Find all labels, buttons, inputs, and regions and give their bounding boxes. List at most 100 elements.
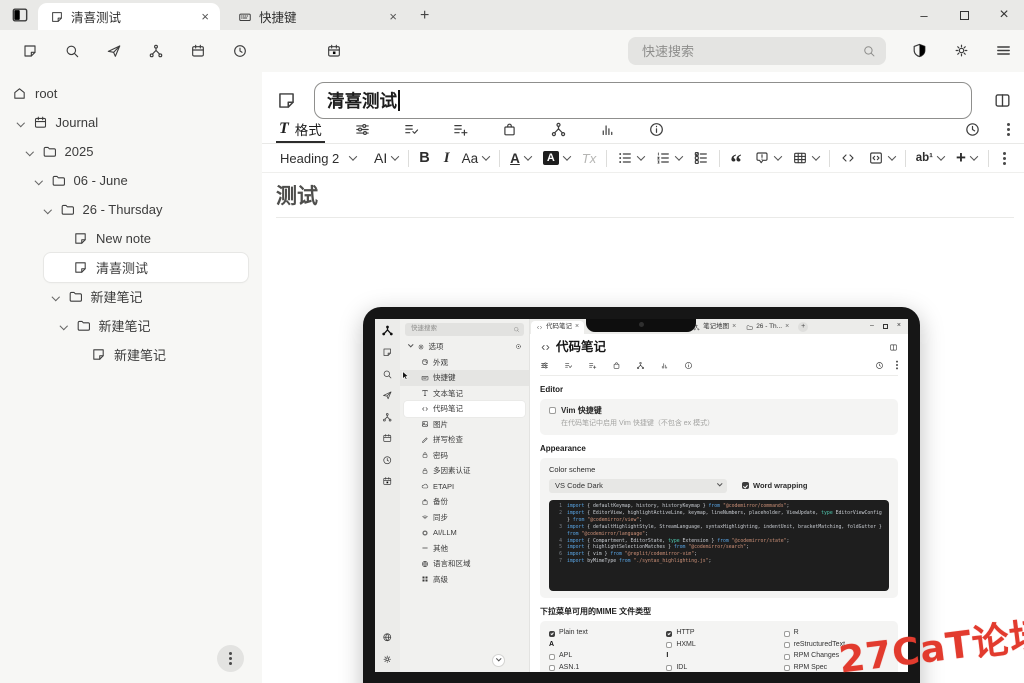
tree-more-button[interactable] <box>217 645 244 672</box>
laptop-window-controls: –× <box>870 322 908 331</box>
italic-button[interactable]: I <box>440 150 454 167</box>
numbered-list-dropdown[interactable] <box>651 150 686 166</box>
close-tab-icon[interactable]: × <box>387 9 399 24</box>
search-icon[interactable] <box>64 43 80 59</box>
note-map-icon[interactable] <box>550 121 567 138</box>
tree-item[interactable]: 2025 <box>0 137 262 166</box>
quick-search-input[interactable] <box>640 43 862 60</box>
owned-attributes-icon[interactable] <box>403 121 420 138</box>
heading-dropdown[interactable]: Heading 2 <box>276 151 360 166</box>
new-tab-button[interactable]: + <box>420 7 429 25</box>
quick-search[interactable] <box>628 37 886 65</box>
blockquote-button[interactable]: “ <box>726 158 746 168</box>
protected-session-icon[interactable] <box>911 42 928 59</box>
inherited-attributes-icon[interactable] <box>452 121 469 138</box>
create-pane-icon[interactable] <box>993 91 1012 110</box>
similar-notes-icon[interactable] <box>599 121 616 138</box>
tree-item[interactable]: 06 - June <box>0 166 262 195</box>
launcher-toolbar <box>0 30 1024 72</box>
tree-item[interactable]: Journal <box>0 108 262 137</box>
mime-label: HXML <box>676 641 695 650</box>
folder-icon <box>42 144 57 159</box>
tree-item[interactable]: root <box>0 79 262 108</box>
laptop-tab: 笔记地图× <box>688 321 741 335</box>
tab-shortcuts[interactable]: 快捷键 × <box>226 3 408 30</box>
basic-properties-icon[interactable] <box>354 121 371 138</box>
search-icon <box>513 326 520 333</box>
tree-item-selected[interactable]: 清喜测试 <box>44 253 248 282</box>
minimize-button: – <box>870 322 874 331</box>
note-revisions-icon[interactable] <box>964 121 981 138</box>
insert-dropdown[interactable]: + <box>952 148 981 168</box>
tree-item[interactable]: 新建笔记 <box>0 311 262 340</box>
laptop-note-title: 代码笔记 <box>540 340 898 356</box>
laptop-tab-label: 笔记地图 <box>703 323 729 331</box>
note-detail-pane: 清喜测试 T 格式 Heading 2 AI B I Aa A A <box>262 72 1024 683</box>
separator <box>905 150 906 167</box>
font-color-dropdown[interactable]: A <box>506 151 535 166</box>
settings-icon[interactable] <box>953 42 970 59</box>
tree-item[interactable]: New note <box>0 224 262 253</box>
code-block-dropdown[interactable] <box>864 150 899 166</box>
pencil-icon <box>421 436 429 444</box>
tree-item[interactable]: 新建笔记 <box>0 340 262 369</box>
close-tab-icon: × <box>575 323 579 332</box>
expand-chevron-icon[interactable] <box>17 119 25 127</box>
mime-checkbox <box>784 642 790 648</box>
jump-to-note-icon[interactable] <box>106 43 122 59</box>
jump-to-note-icon <box>382 390 393 401</box>
note-paths-icon[interactable] <box>501 121 518 138</box>
expand-chevron-icon[interactable] <box>60 322 68 330</box>
laptop-tree-item: 图片 <box>400 417 529 433</box>
laptop-section-editor: Editor <box>540 385 898 395</box>
superscript-dropdown[interactable]: ab¹ <box>912 152 948 164</box>
ai-dropdown[interactable]: AI <box>370 150 402 166</box>
word-wrapping-label: Word wrapping <box>753 481 807 490</box>
bold-button[interactable]: B <box>415 150 433 166</box>
admonition-dropdown[interactable] <box>750 150 785 166</box>
remove-format-button[interactable]: Tx <box>578 151 600 166</box>
formatting-toolbar: Heading 2 AI B I Aa A A Tx “ ab¹ + <box>276 144 1014 172</box>
toggle-sidebar-icon[interactable] <box>10 5 30 25</box>
laptop-image[interactable]: 快速搜索 选项外观快捷键文本笔记代码笔记图片拼写检查密码多因素认证ETAPI备份… <box>363 307 920 683</box>
note-info-icon[interactable] <box>648 121 665 138</box>
mime-checkbox <box>666 665 672 671</box>
content-heading[interactable]: 测试 <box>276 180 1014 218</box>
calendar-icon[interactable] <box>190 43 206 59</box>
expand-chevron-icon[interactable] <box>44 206 52 214</box>
note-actions-menu-icon[interactable] <box>1007 128 1010 131</box>
laptop-tab: 代码笔记× <box>531 321 584 335</box>
camera-icon <box>639 322 644 327</box>
note-title-input[interactable]: 清喜测试 <box>314 82 972 119</box>
expand-chevron-icon[interactable] <box>52 293 60 301</box>
menu-icon[interactable] <box>995 42 1012 59</box>
laptop-tree-item: 多因素认证 <box>400 463 529 479</box>
inline-code-button[interactable] <box>836 150 860 166</box>
expand-chevron-icon[interactable] <box>35 177 43 185</box>
tree-item[interactable]: 26 - Thursday <box>0 195 262 224</box>
close-tab-icon[interactable]: × <box>199 9 211 24</box>
tree-item[interactable]: 新建笔记 <box>0 282 262 311</box>
tree-item-label: 06 - June <box>74 173 128 188</box>
laptop-tree-item: ETAPI <box>400 479 529 495</box>
maximize-button[interactable] <box>944 0 984 30</box>
close-button[interactable]: × <box>984 0 1024 30</box>
vim-description: 在代码笔记中启用 Vim 快捷键（不包含 ex 模式） <box>549 420 889 429</box>
mime-label: ASN.1 <box>559 664 579 672</box>
ribbon-tab-format[interactable]: T 格式 <box>276 116 325 143</box>
recent-changes-icon[interactable] <box>232 43 248 59</box>
bullet-list-dropdown[interactable] <box>613 150 648 166</box>
expand-chevron-icon[interactable] <box>26 148 34 156</box>
new-note-icon[interactable] <box>22 43 38 59</box>
note-map-icon[interactable] <box>148 43 164 59</box>
folder-icon <box>68 289 83 304</box>
table-dropdown[interactable] <box>788 150 823 166</box>
background-color-dropdown[interactable]: A <box>539 151 574 165</box>
tab-note[interactable]: 清喜测试 × <box>38 3 220 30</box>
todo-list-button[interactable] <box>689 150 713 166</box>
font-size-dropdown[interactable]: Aa <box>458 151 494 166</box>
toolbar-more-button[interactable] <box>995 157 1014 160</box>
note-type-icon[interactable] <box>276 90 297 111</box>
minimize-button[interactable]: – <box>904 0 944 30</box>
today-icon[interactable] <box>326 43 342 59</box>
